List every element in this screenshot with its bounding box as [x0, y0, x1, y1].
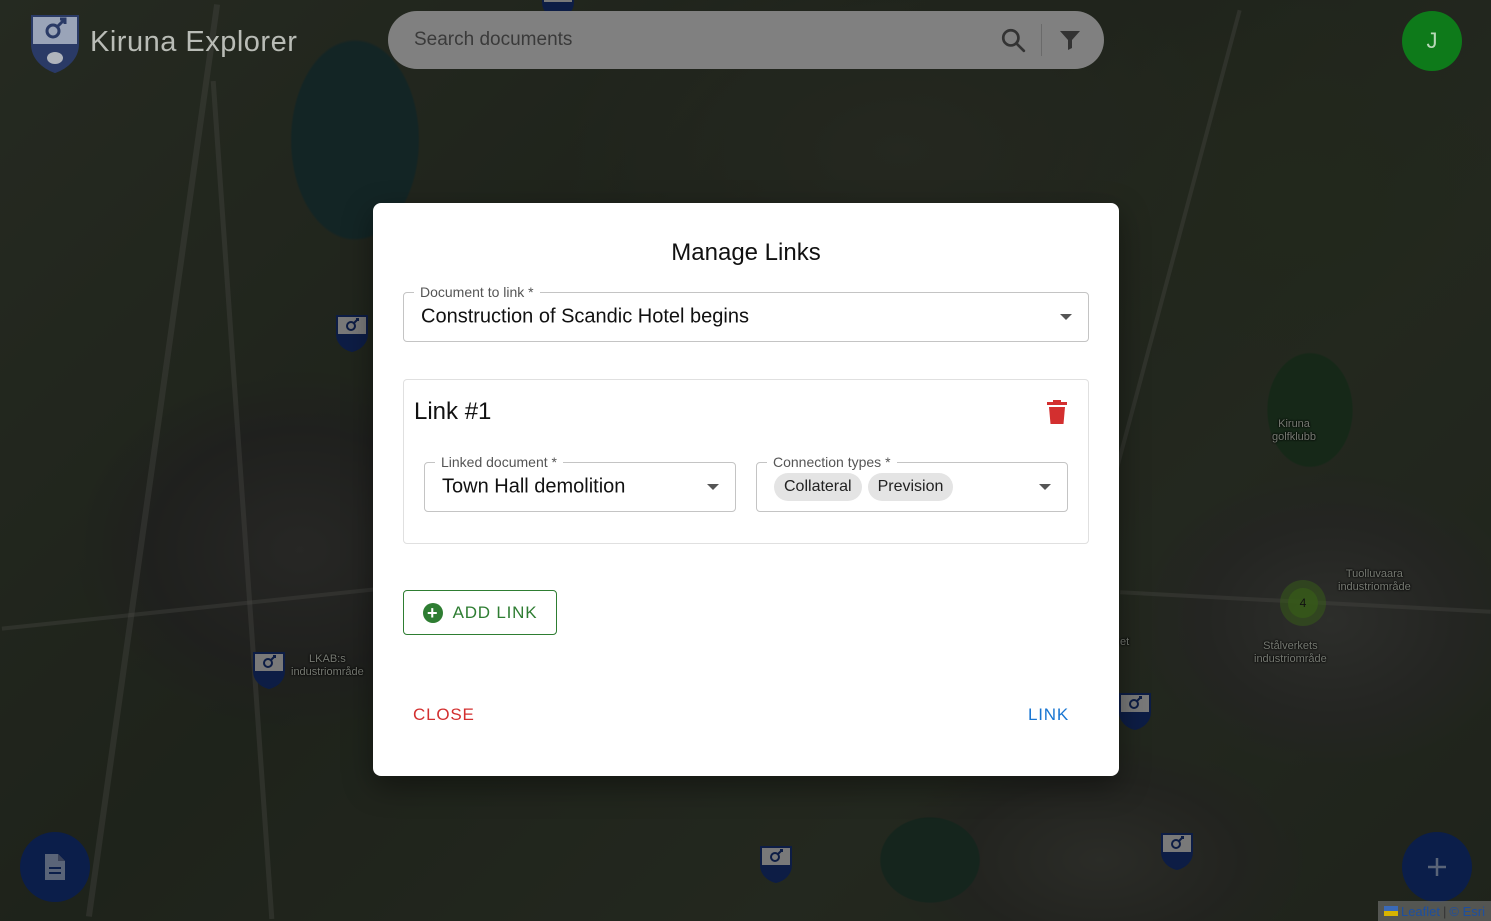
linked-document-value: Town Hall demolition: [442, 475, 626, 498]
documents-button[interactable]: [20, 832, 90, 902]
link-title: Link #1: [414, 398, 492, 425]
leaflet-link[interactable]: Leaflet: [1401, 904, 1440, 919]
search-button[interactable]: [989, 16, 1037, 64]
linked-document-label: Linked document *: [435, 453, 563, 471]
link-button[interactable]: LINK: [1018, 701, 1079, 729]
connection-type-chip[interactable]: Collateral: [774, 473, 862, 501]
filter-icon: [1060, 31, 1080, 50]
document-icon: [45, 854, 65, 880]
linked-document-select[interactable]: Linked document * Town Hall demolition: [424, 453, 736, 512]
search-input[interactable]: [388, 11, 989, 69]
search-divider: [1041, 24, 1042, 56]
document-to-link-select[interactable]: Document to link * Construction of Scand…: [403, 283, 1089, 342]
ukraine-flag-icon: [1383, 906, 1398, 916]
user-avatar[interactable]: J: [1402, 11, 1462, 71]
map-attribution: Leaflet | © Esri: [1377, 901, 1491, 921]
link-card: Link #1 Linked document * Town Hall demo…: [403, 379, 1089, 544]
attribution-separator: |: [1443, 903, 1447, 919]
connection-types-label: Connection types *: [767, 453, 897, 471]
connection-type-chip[interactable]: Prevision: [867, 473, 954, 501]
connection-types-select[interactable]: Connection types * Collateral Prevision: [756, 453, 1068, 512]
app-title: Kiruna Explorer: [90, 26, 298, 58]
filter-button[interactable]: [1046, 16, 1094, 64]
connection-type-chips: Collateral Prevision: [774, 473, 954, 501]
add-circle-icon: +: [422, 602, 443, 623]
document-to-link-label: Document to link *: [414, 283, 540, 301]
chevron-down-icon: [707, 484, 719, 490]
add-link-button[interactable]: + ADD LINK: [403, 590, 557, 635]
manage-links-dialog: Manage Links Document to link * Construc…: [373, 203, 1119, 776]
trash-icon: [1047, 400, 1067, 424]
chevron-down-icon: [1060, 314, 1072, 320]
close-button[interactable]: CLOSE: [403, 701, 485, 729]
esri-link[interactable]: © Esri: [1449, 904, 1485, 919]
plus-icon: [1428, 858, 1446, 876]
search-bar: [388, 11, 1104, 69]
chevron-down-icon: [1039, 484, 1051, 490]
search-icon: [1001, 28, 1026, 53]
add-document-button[interactable]: [1402, 832, 1472, 902]
delete-link-button[interactable]: [1044, 398, 1070, 426]
dialog-title: Manage Links: [671, 239, 821, 266]
add-link-label: ADD LINK: [452, 602, 538, 622]
kiruna-logo-icon: [30, 14, 80, 74]
document-to-link-value: Construction of Scandic Hotel begins: [421, 305, 749, 328]
